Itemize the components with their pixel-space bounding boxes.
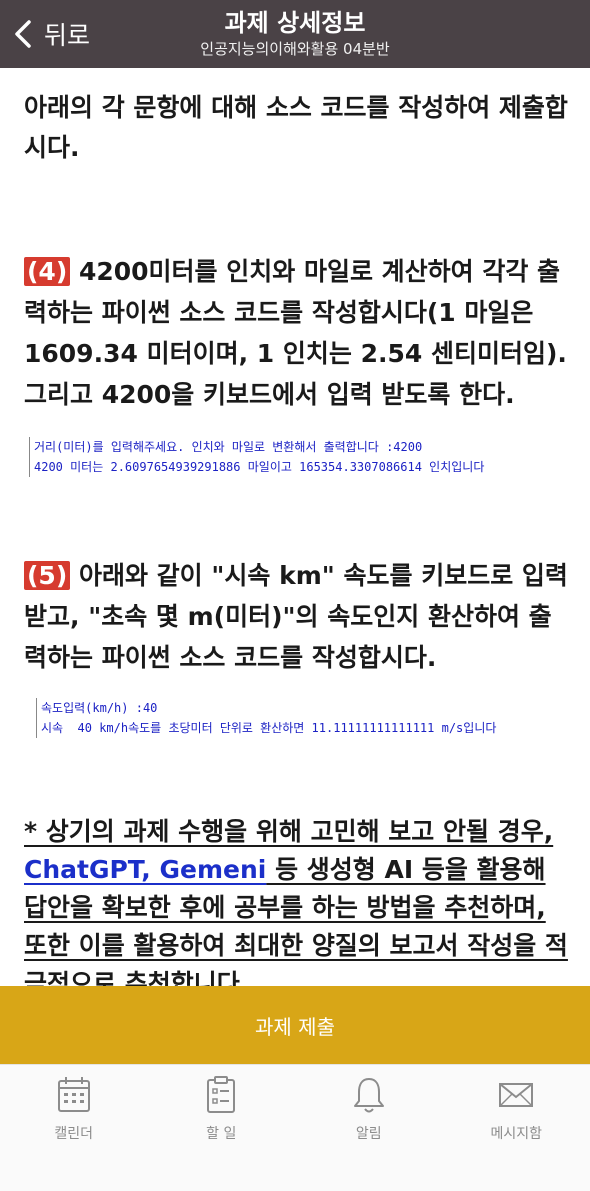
tab-label: 메시지함 [490, 1126, 543, 1142]
code-line: 4200 미터는 2.6097654939291886 마일이고 165354.… [34, 460, 485, 474]
tab-calendar[interactable]: 캘린더 [0, 1065, 148, 1191]
submit-assignment-button[interactable]: 과제 제출 [0, 986, 590, 1064]
question-4: (4) 4200미터를 인치와 마일로 계산하여 각각 출력하는 파이썬 소스 … [24, 251, 572, 415]
ai-usage-notice: * 상기의 과제 수행을 위해 고민해 보고 안될 경우, ChatGPT, G… [24, 813, 572, 1003]
question-number-badge: (5) [24, 561, 71, 590]
sample-output-5: 속도입력(km/h) :40 시속 40 km/h속도를 초당미터 단위로 환산하… [36, 698, 572, 738]
notice-text: * 상기의 과제 수행을 위해 고민해 보고 안될 경우, [24, 817, 554, 846]
code-line: 시속 40 km/h속도를 초당미터 단위로 환산하면 11.111111111… [41, 721, 497, 735]
question-text: 4200미터를 인치와 마일로 계산하여 각각 출력하는 파이썬 소스 코드를 … [24, 257, 567, 409]
assignment-intro: 아래의 각 문항에 대해 소스 코드를 작성하여 제출합시다. [24, 93, 568, 162]
ai-tools-link[interactable]: ChatGPT, Gemeni [24, 855, 266, 884]
sample-output-4: 거리(미터)를 입력해주세요. 인치와 마일로 변환해서 출력합니다 :4200… [29, 437, 572, 477]
calendar-icon [57, 1077, 90, 1112]
tab-messages[interactable]: 메시지함 [443, 1065, 590, 1191]
code-line: 속도입력(km/h) :40 [41, 701, 158, 715]
bell-icon [353, 1078, 384, 1113]
tab-todo[interactable]: 할 일 [148, 1065, 296, 1191]
bottom-tab-bar: 캘린더 할 일 알림 메시지함 [0, 1064, 590, 1191]
question-number-badge: (4) [24, 257, 71, 286]
envelope-icon [499, 1083, 534, 1107]
header-titles: 과제 상세정보 인공지능의이해와활용 04분반 [0, 8, 590, 60]
course-subtitle: 인공지능의이해와활용 04분반 [200, 40, 390, 58]
question-5: (5) 아래와 같이 "시속 km" 속도를 키보드로 입력 받고, "초속 몇… [24, 555, 572, 678]
top-app-bar: 뒤로 과제 상세정보 인공지능의이해와활용 04분반 [0, 0, 590, 68]
todo-clipboard-icon [207, 1076, 236, 1113]
assignment-content: 아래의 각 문항에 대해 소스 코드를 작성하여 제출합시다. (4) 4200… [24, 88, 572, 1003]
tab-label: 캘린더 [54, 1126, 94, 1142]
question-text: 아래와 같이 "시속 km" 속도를 키보드로 입력 받고, "초속 몇 m(미… [24, 561, 568, 672]
tab-label: 할 일 [206, 1126, 237, 1142]
tab-notifications[interactable]: 알림 [295, 1065, 443, 1191]
tab-label: 알림 [355, 1126, 382, 1142]
page-title: 과제 상세정보 [224, 9, 366, 37]
code-line: 거리(미터)를 입력해주세요. 인치와 마일로 변환해서 출력합니다 :4200 [34, 440, 423, 454]
